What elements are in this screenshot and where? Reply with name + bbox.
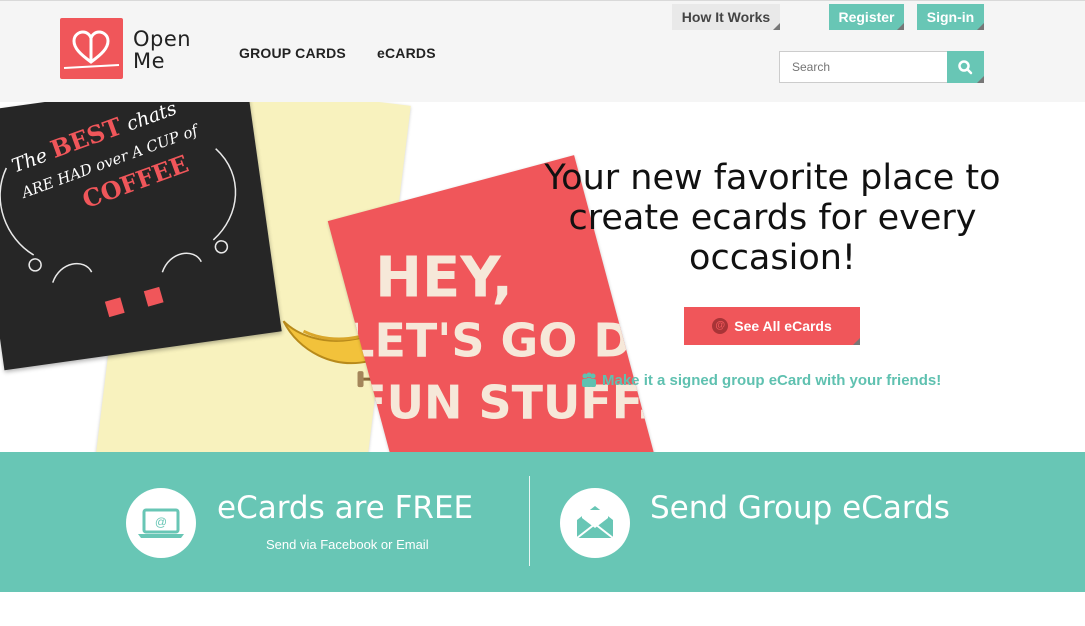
envelope-open-icon <box>560 488 630 558</box>
feature-title: Send Group eCards <box>650 490 950 526</box>
logo-wordmark: Open Me <box>133 27 192 73</box>
feature-subtitle: Send via Facebook or Email <box>266 537 429 552</box>
corner-fold-icon <box>977 23 984 30</box>
at-sign-icon: @ <box>712 317 729 334</box>
search-icon <box>958 60 984 83</box>
hero-title: Your new favorite place to create ecards… <box>544 158 1001 278</box>
features-band: @ eCards are FREE Send via Facebook or E… <box>0 452 1085 592</box>
register-button[interactable]: Register <box>829 4 904 30</box>
search-input[interactable] <box>779 51 948 83</box>
corner-fold-icon <box>897 23 904 30</box>
card-coffee-image[interactable]: The BEST chats ARE HAD over A CUP of COF… <box>0 102 282 371</box>
nav-group-cards[interactable]: GROUP CARDS <box>239 45 346 61</box>
search-box <box>779 51 984 83</box>
coffee-cups-illustration <box>0 148 237 318</box>
people-icon <box>582 372 596 387</box>
corner-fold-icon <box>773 23 780 30</box>
laptop-email-icon: @ <box>126 488 196 558</box>
feature-free-ecards[interactable]: @ eCards are FREE Send via Facebook or E… <box>0 452 529 592</box>
logo[interactable]: Open Me <box>60 18 210 82</box>
search-button[interactable] <box>947 51 984 83</box>
site-header: Open Me GROUP CARDS eCARDS How It Works … <box>0 0 1085 102</box>
see-all-ecards-button[interactable]: @ See All eCards <box>684 307 860 345</box>
svg-text:@: @ <box>155 515 167 529</box>
group-ecard-link[interactable]: Make it a signed group eCard with your f… <box>580 372 941 389</box>
main-nav: GROUP CARDS eCARDS <box>239 45 436 61</box>
nav-ecards[interactable]: eCARDS <box>377 45 436 61</box>
sign-in-button[interactable]: Sign-in <box>917 4 984 30</box>
hero-section: HEY, LET'S GO DO FUN STUFF. The BEST cha… <box>0 102 1085 452</box>
corner-fold-icon <box>853 338 860 345</box>
heart-card-icon <box>60 18 123 79</box>
feature-title: eCards are FREE <box>217 490 474 526</box>
feature-group-ecards[interactable]: Send Group eCards <box>530 452 1085 592</box>
how-it-works-button[interactable]: How It Works <box>672 4 780 30</box>
